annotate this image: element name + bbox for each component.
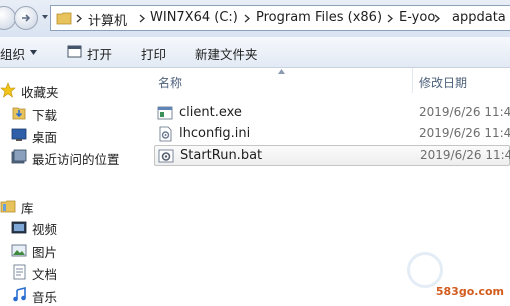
recent-pages-dropdown-icon[interactable] [41,13,49,21]
file-list-pane: 名称 修改日期 client.exe 2019/6/26 11:4 lhconf… [146,68,510,302]
sidebar-item-label: 桌面 [32,130,58,145]
column-divider[interactable] [412,68,413,93]
chevron-right-icon[interactable] [434,14,440,23]
sort-ascending-icon [278,69,285,74]
column-header-name[interactable]: 名称 [158,74,182,91]
star-icon [0,82,16,98]
chevron-right-icon[interactable] [387,14,393,23]
sidebar-item-music[interactable]: 音乐 [0,286,140,305]
forward-arrow-icon [22,14,31,22]
navigation-pane: 收藏夹 下载 桌面 最近访问的位置 库 视频 图片 文档 音乐 [0,68,143,305]
library-icon [0,200,16,213]
sidebar-item-label: 最近访问的位置 [32,152,120,167]
file-date-modified: 2019/6/26 11:4 [419,126,510,140]
sidebar-header-libraries[interactable]: 库 [0,197,140,216]
open-window-icon[interactable] [67,44,82,59]
folder-icon [56,12,72,25]
exe-file-icon [157,106,173,120]
sidebar-item-desktop[interactable]: 桌面 [0,126,140,145]
pictures-library-icon [11,244,27,257]
sidebar-item-label: 音乐 [32,290,58,305]
address-box[interactable]: 计算机 WIN7X64 (C:) Program Files (x86) E-y… [50,5,510,31]
watermark-logo [407,252,443,288]
chevron-down-icon[interactable] [30,50,37,55]
sidebar-item-download[interactable]: 下载 [0,104,140,123]
recent-places-icon [11,149,27,164]
column-header-date-modified[interactable]: 修改日期 [419,74,467,91]
breadcrumb-drive[interactable]: WIN7X64 (C:) [150,10,238,25]
sidebar-header-label: 库 [21,201,34,216]
sidebar-header-label: 收藏夹 [21,85,59,100]
breadcrumb-e-yoo[interactable]: E-yoo [399,10,435,25]
breadcrumb-program-files[interactable]: Program Files (x86) [256,10,382,25]
new-folder-button[interactable]: 新建文件夹 [195,44,258,63]
sidebar-item-pictures[interactable]: 图片 [0,241,140,260]
file-row[interactable]: lhconfig.ini 2019/6/26 11:4 [154,124,510,145]
desktop-icon [11,128,27,141]
sidebar-item-label: 文档 [32,267,58,282]
file-date-modified: 2019/6/26 11:4 [420,148,510,162]
chevron-right-icon[interactable] [244,14,250,23]
breadcrumb-appdata[interactable]: appdata [452,10,506,25]
videos-library-icon [11,221,27,234]
organize-button[interactable]: 组织 [0,44,25,63]
bat-file-icon [158,149,174,163]
sidebar-header-favorites[interactable]: 收藏夹 [0,81,140,100]
command-toolbar: 组织 打开 打印 新建文件夹 [0,37,510,68]
file-name: lhconfig.ini [179,126,251,141]
sidebar-item-recent[interactable]: 最近访问的位置 [0,148,140,167]
chevron-right-icon[interactable] [139,14,145,23]
column-header-row: 名称 修改日期 [146,68,510,93]
breadcrumb-computer[interactable]: 计算机 [88,10,127,29]
file-date-modified: 2019/6/26 11:4 [419,105,510,119]
documents-library-icon [13,264,26,280]
chevron-right-icon[interactable] [76,14,82,23]
download-folder-icon [12,107,26,120]
sidebar-item-documents[interactable]: 文档 [0,263,140,282]
sidebar-item-label: 视频 [32,222,58,237]
watermark-text: 583go.com [435,285,504,298]
file-row[interactable]: client.exe 2019/6/26 11:4 [154,103,510,124]
print-button[interactable]: 打印 [141,44,166,63]
forward-button[interactable] [14,6,38,30]
ini-file-icon [159,126,172,142]
file-name: client.exe [179,105,242,120]
open-button[interactable]: 打开 [87,44,112,63]
sidebar-item-videos[interactable]: 视频 [0,218,140,237]
file-name: StartRun.bat [180,148,263,163]
sidebar-item-label: 下载 [32,108,58,123]
sidebar-item-label: 图片 [32,245,58,260]
music-library-icon [13,287,26,302]
address-bar-row: 计算机 WIN7X64 (C:) Program Files (x86) E-y… [0,0,510,37]
file-row-selected[interactable]: StartRun.bat 2019/6/26 11:4 [154,145,510,166]
